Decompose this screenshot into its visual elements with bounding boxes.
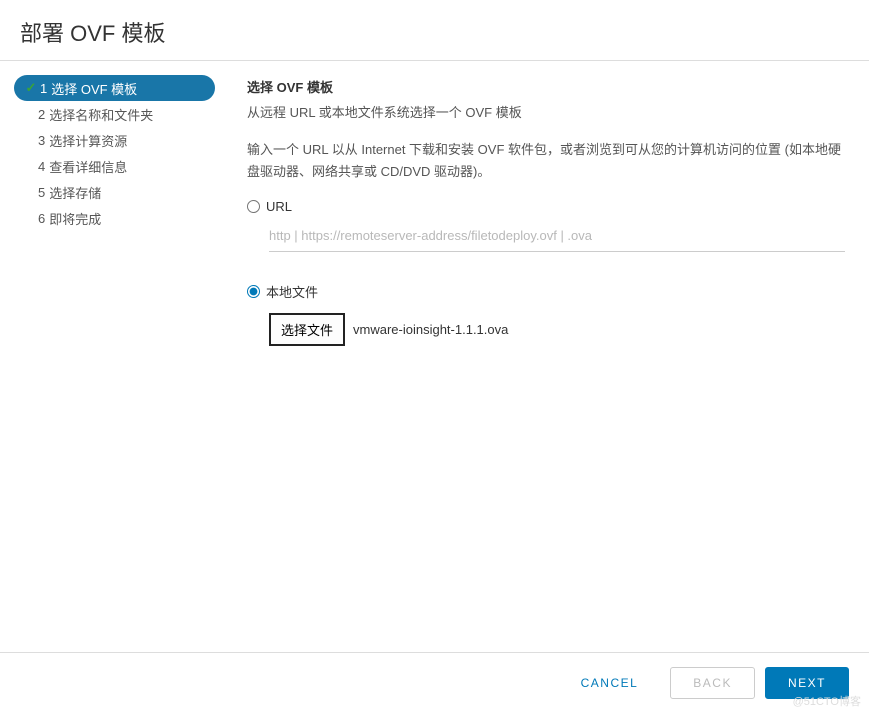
wizard-step-4[interactable]: 4 查看详细信息 <box>14 153 215 179</box>
radio-url-label: URL <box>266 199 292 214</box>
step-label: 选择 OVF 模板 <box>51 79 137 98</box>
step-number: 1 <box>40 81 47 96</box>
step-number: 6 <box>38 211 45 226</box>
step-label: 选择计算资源 <box>49 131 127 150</box>
back-button: BACK <box>670 667 755 699</box>
step-number: 4 <box>38 159 45 174</box>
step-number: 2 <box>38 107 45 122</box>
step-label: 选择名称和文件夹 <box>49 105 153 124</box>
panel-subheading: 从远程 URL 或本地文件系统选择一个 OVF 模板 <box>247 102 845 121</box>
radio-url[interactable] <box>247 200 260 213</box>
main-panel: 选择 OVF 模板 从远程 URL 或本地文件系统选择一个 OVF 模板 输入一… <box>215 61 869 631</box>
dialog-footer: CANCEL BACK NEXT <box>0 652 869 713</box>
wizard-step-5[interactable]: 5 选择存储 <box>14 179 215 205</box>
step-label: 查看详细信息 <box>49 157 127 176</box>
check-icon: ✓ <box>24 80 38 96</box>
radio-local-file[interactable] <box>247 285 260 298</box>
step-number: 3 <box>38 133 45 148</box>
choose-file-button[interactable]: 选择文件 <box>269 313 345 346</box>
url-input-container <box>269 224 845 252</box>
selected-file-name: vmware-ioinsight-1.1.1.ova <box>353 322 508 337</box>
radio-local-row[interactable]: 本地文件 <box>247 282 845 301</box>
url-input[interactable] <box>269 224 845 247</box>
wizard-step-6[interactable]: 6 即将完成 <box>14 205 215 231</box>
next-button[interactable]: NEXT <box>765 667 849 699</box>
step-label: 即将完成 <box>49 209 101 228</box>
wizard-step-3[interactable]: 3 选择计算资源 <box>14 127 215 153</box>
step-label: 选择存储 <box>49 183 101 202</box>
file-select-row: 选择文件 vmware-ioinsight-1.1.1.ova <box>269 313 845 346</box>
step-number: 5 <box>38 185 45 200</box>
cancel-button[interactable]: CANCEL <box>559 668 661 698</box>
dialog-title: 部署 OVF 模板 <box>0 0 869 61</box>
wizard-step-1[interactable]: ✓ 1 选择 OVF 模板 <box>14 75 215 101</box>
wizard-sidebar: ✓ 1 选择 OVF 模板 2 选择名称和文件夹 3 选择计算资源 4 查看详细… <box>0 61 215 631</box>
dialog-content: ✓ 1 选择 OVF 模板 2 选择名称和文件夹 3 选择计算资源 4 查看详细… <box>0 61 869 631</box>
panel-heading: 选择 OVF 模板 <box>247 77 845 96</box>
wizard-step-2[interactable]: 2 选择名称和文件夹 <box>14 101 215 127</box>
radio-local-label: 本地文件 <box>266 282 318 301</box>
panel-instruction: 输入一个 URL 以从 Internet 下载和安装 OVF 软件包，或者浏览到… <box>247 139 845 183</box>
radio-url-row[interactable]: URL <box>247 199 845 214</box>
